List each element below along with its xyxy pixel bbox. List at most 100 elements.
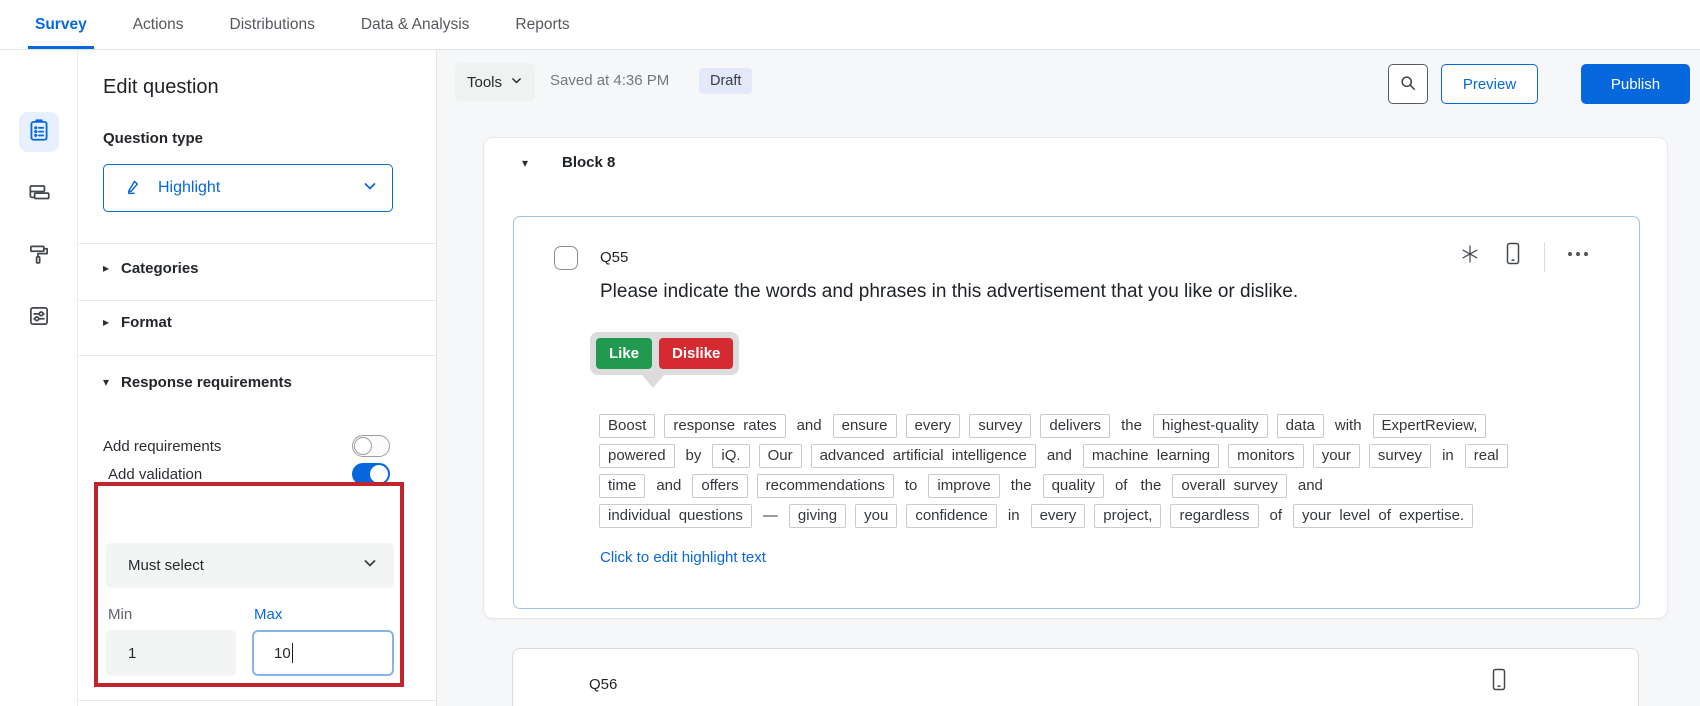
section-categories[interactable]: ▸ Categories [78, 256, 437, 280]
publish-button[interactable]: Publish [1581, 64, 1690, 104]
highlight-token[interactable]: advanced artificial intelligence [810, 444, 1036, 468]
highlight-token[interactable]: and [1296, 475, 1325, 497]
highlight-token[interactable]: in [1440, 445, 1456, 467]
highlight-token[interactable]: data [1276, 414, 1324, 438]
highlight-token[interactable]: every [905, 414, 961, 438]
tab-distributions[interactable]: Distributions [230, 0, 315, 49]
highlight-token[interactable]: time [599, 474, 646, 498]
chevron-right-icon: ▸ [103, 261, 110, 275]
highlight-token[interactable]: by [684, 445, 704, 467]
highlight-token[interactable]: individual questions [599, 504, 752, 528]
question-text[interactable]: Please indicate the words and phrases in… [600, 281, 1298, 303]
highlight-token[interactable]: and [795, 415, 824, 437]
highlight-token[interactable]: response rates [664, 414, 786, 438]
highlight-token[interactable]: of [1113, 475, 1130, 497]
question-card-q56[interactable]: Q56 [512, 648, 1639, 706]
highlight-token[interactable]: with [1333, 415, 1364, 437]
preview-button[interactable]: Preview [1441, 64, 1538, 104]
more-options-icon[interactable] [1565, 241, 1591, 272]
chevron-down-icon [362, 555, 378, 576]
highlight-token[interactable]: monitors [1228, 444, 1304, 468]
highlight-token[interactable]: confidence [906, 504, 997, 528]
highlight-token[interactable]: your level of expertise. [1293, 504, 1474, 528]
collapse-block-icon[interactable]: ▾ [522, 156, 540, 170]
question-card-q55[interactable]: Q55 Please indicate the words and phrase… [513, 216, 1640, 609]
highlight-token[interactable]: survey [1368, 444, 1432, 468]
star-icon[interactable] [1458, 242, 1482, 271]
mobile-preview-icon[interactable] [1488, 668, 1510, 697]
app-root: Survey Actions Distributions Data & Anal… [0, 0, 1700, 706]
highlight-token[interactable]: improve [928, 474, 1000, 498]
max-value: 10 [274, 644, 291, 662]
validation-type-select[interactable]: Must select [106, 543, 394, 588]
text-cursor [291, 643, 294, 663]
search-button[interactable] [1388, 64, 1428, 104]
top-navigation: Survey Actions Distributions Data & Anal… [0, 0, 1700, 50]
min-label: Min [108, 606, 133, 623]
highlight-token[interactable]: offers [692, 474, 748, 498]
section-categories-label: Categories [121, 259, 199, 277]
autosave-status: Saved at 4:36 PM [550, 72, 670, 89]
highlight-token[interactable]: ensure [832, 414, 897, 438]
add-validation-label: Add validation [108, 466, 203, 483]
highlight-token[interactable]: in [1006, 505, 1022, 527]
min-input[interactable]: 1 [106, 630, 236, 676]
question-type-select[interactable]: Highlight [103, 164, 393, 212]
highlight-token[interactable]: regardless [1170, 504, 1259, 528]
draft-status-badge: Draft [699, 68, 753, 94]
add-requirements-toggle[interactable] [352, 435, 390, 457]
highlight-token[interactable]: quality [1042, 474, 1104, 498]
highlight-token[interactable]: real [1464, 444, 1508, 468]
section-response-requirements[interactable]: ▾ Response requirements [78, 370, 437, 394]
like-category-button[interactable]: Like [596, 338, 653, 369]
highlight-token[interactable]: project, [1094, 504, 1162, 528]
highlight-token[interactable]: survey [969, 414, 1032, 438]
edit-highlight-text-link[interactable]: Click to edit highlight text [600, 549, 766, 566]
highlight-token[interactable]: machine learning [1082, 444, 1220, 468]
dislike-category-button[interactable]: Dislike [659, 338, 734, 369]
highlight-token[interactable]: Boost [599, 414, 656, 438]
chevron-right-icon: ▸ [103, 315, 110, 329]
tab-data-analysis[interactable]: Data & Analysis [361, 0, 470, 49]
search-icon [1398, 73, 1418, 96]
block-title[interactable]: Block 8 [562, 154, 615, 171]
chevron-down-icon: ▾ [103, 375, 110, 389]
highlight-token[interactable]: Our [758, 444, 802, 468]
tools-label: Tools [466, 73, 503, 91]
sidebar-item-survey-flow[interactable] [19, 174, 59, 214]
highlight-token[interactable]: recommendations [756, 474, 894, 498]
highlight-token[interactable]: and [1045, 445, 1074, 467]
divider [1544, 241, 1545, 272]
highlight-token[interactable]: — [761, 505, 780, 527]
max-input[interactable]: 10 [252, 630, 394, 676]
look-and-feel-icon [26, 241, 52, 272]
sidebar-item-survey-builder[interactable] [19, 112, 59, 152]
highlight-token[interactable]: overall survey [1172, 474, 1287, 498]
highlight-token[interactable]: ExpertReview, [1372, 414, 1487, 438]
highlight-token[interactable]: the [1009, 475, 1034, 497]
section-format[interactable]: ▸ Format [78, 310, 437, 334]
highlight-token[interactable]: iQ. [712, 444, 750, 468]
highlight-token[interactable]: the [1119, 415, 1144, 437]
tab-actions[interactable]: Actions [133, 0, 184, 49]
mobile-preview-icon[interactable] [1502, 241, 1524, 272]
highlight-token[interactable]: and [654, 475, 683, 497]
highlight-token[interactable]: your [1312, 444, 1360, 468]
highlight-token[interactable]: delivers [1040, 414, 1111, 438]
highlight-token[interactable]: highest-quality [1152, 414, 1268, 438]
sidebar-item-survey-options[interactable] [19, 298, 59, 338]
highlight-token[interactable]: every [1030, 504, 1086, 528]
tab-survey[interactable]: Survey [28, 0, 94, 49]
highlight-token[interactable]: the [1138, 475, 1163, 497]
highlight-token[interactable]: giving [788, 504, 847, 528]
tab-reports[interactable]: Reports [515, 0, 569, 49]
highlight-token[interactable]: powered [599, 444, 675, 468]
tools-button[interactable]: Tools [455, 63, 535, 101]
highlight-token[interactable]: you [855, 504, 898, 528]
sidebar-item-look-and-feel[interactable] [19, 236, 59, 276]
add-validation-toggle[interactable] [352, 463, 390, 485]
highlight-token[interactable]: to [903, 475, 920, 497]
highlight-token[interactable]: of [1268, 505, 1285, 527]
question-id: Q55 [600, 249, 629, 266]
question-checkbox[interactable] [554, 246, 578, 270]
